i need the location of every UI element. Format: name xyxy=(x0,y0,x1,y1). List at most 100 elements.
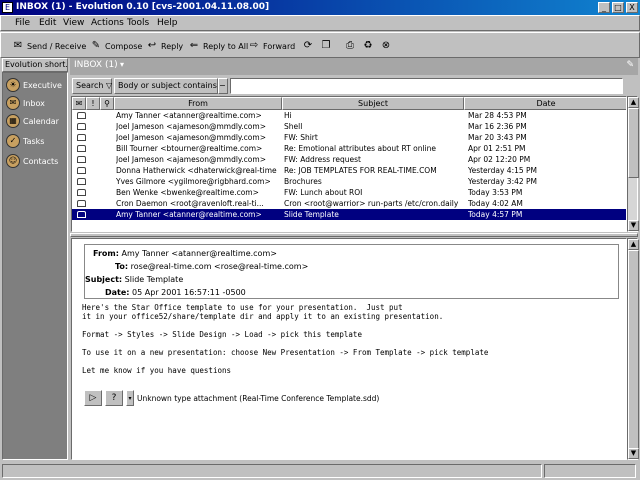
message-list-header: ✉ ! ⚲ From Subject Date xyxy=(72,97,626,110)
message-from: Donna Hatherwick <dhaterwick@real-time xyxy=(116,166,277,175)
envelope-icon[interactable] xyxy=(77,134,86,141)
search-field-option[interactable]: Body or subject contains xyxy=(114,78,218,94)
close-button[interactable]: X xyxy=(626,2,638,13)
menu-actions[interactable]: Actions xyxy=(91,18,124,28)
app-icon[interactable]: E xyxy=(2,2,13,13)
scroll-down-arrow[interactable]: ▼ xyxy=(628,448,639,459)
from-column-header[interactable]: From xyxy=(114,97,282,110)
sidebar-item-tasks[interactable]: ✓ Tasks xyxy=(6,133,68,149)
pane-divider[interactable] xyxy=(70,233,638,237)
sidebar-item-executive[interactable]: ☀ Executive xyxy=(6,77,68,93)
minimize-button[interactable]: _ xyxy=(598,2,610,13)
envelope-icon[interactable] xyxy=(77,167,86,174)
preview-scrollbar[interactable]: ▲ ▼ xyxy=(627,238,639,460)
envelope-icon[interactable] xyxy=(77,112,86,119)
menu-edit[interactable]: Edit xyxy=(39,18,56,28)
message-subject: FW: Lunch about ROI xyxy=(284,188,363,197)
scroll-thumb[interactable] xyxy=(628,108,639,178)
copy-button[interactable]: ❐ xyxy=(319,35,333,57)
message-subject: FW: Address request xyxy=(284,155,361,164)
sidebar-item-inbox[interactable]: ✉ Inbox xyxy=(6,95,68,111)
message-subject: Brochures xyxy=(284,177,322,186)
pin-icon[interactable]: ✎ xyxy=(626,60,634,70)
scroll-down-arrow[interactable]: ▼ xyxy=(628,220,639,231)
table-row[interactable]: Joel Jameson <ajameson@mmdly.com> FW: Add… xyxy=(72,154,626,165)
body-line: Here's the Star Office template to use f… xyxy=(82,303,403,312)
table-row[interactable]: Bill Tourner <btourner@realtime.com> Re: … xyxy=(72,143,626,154)
envelope-icon[interactable] xyxy=(77,189,86,196)
subject-column-header[interactable]: Subject xyxy=(282,97,464,110)
stop-icon: ⊗ xyxy=(381,40,391,51)
from-value[interactable]: Amy Tanner <atanner@realtime.com> xyxy=(121,249,276,258)
shortcut-bar-header[interactable]: Evolution short... xyxy=(2,58,68,72)
scroll-thumb[interactable] xyxy=(628,250,639,450)
envelope-icon[interactable] xyxy=(77,200,86,207)
table-row[interactable]: Amy Tanner <atanner@realtime.com> Hi Mar 2… xyxy=(72,110,626,121)
search-bar: Search ▽ Body or subject contains − xyxy=(70,77,638,95)
shortcut-bar: ☀ Executive ✉ Inbox ▦ Calendar ✓ Tasks ☺… xyxy=(2,72,68,460)
folder-dropdown-icon[interactable]: ▾ xyxy=(120,60,124,69)
envelope-icon[interactable] xyxy=(77,178,86,185)
message-subject: Shell xyxy=(284,122,303,131)
envelope-icon[interactable] xyxy=(77,145,86,152)
table-row[interactable]: Amy Tanner <atanner@realtime.com> Slide T… xyxy=(72,209,626,220)
menu-file[interactable]: File xyxy=(15,18,30,28)
send-receive-button[interactable]: ✉ Send / Receive xyxy=(11,35,86,57)
message-date: Apr 02 12:20 PM xyxy=(468,155,531,164)
reply-button[interactable]: ↩ Reply xyxy=(145,35,183,57)
priority-column-header[interactable]: ! xyxy=(86,97,100,110)
move-button[interactable]: ⟳ xyxy=(301,35,315,57)
scroll-up-arrow[interactable]: ▲ xyxy=(628,97,639,108)
print-button[interactable]: ⎙ xyxy=(343,35,357,57)
message-date: Today 4:02 AM xyxy=(468,199,523,208)
forward-button[interactable]: ⇨ Forward xyxy=(247,35,295,57)
send-receive-icon: ✉ xyxy=(13,40,23,51)
message-subject: Cron <root@warrior> run-parts /etc/cron.… xyxy=(284,199,459,208)
from-label: From: xyxy=(93,249,119,258)
date-column-header[interactable]: Date xyxy=(464,97,626,110)
folder-bar[interactable]: INBOX (1) ▾ ✎ xyxy=(70,58,638,75)
table-row[interactable]: Cron Daemon <root@ravenloft.real-ti... Cr… xyxy=(72,198,626,209)
envelope-icon[interactable] xyxy=(77,123,86,130)
attachment-type-button[interactable]: ? xyxy=(105,390,123,406)
menu-view[interactable]: View xyxy=(63,18,84,28)
table-row[interactable]: Ben Wenke <bwenke@realtime.com> FW: Lunch… xyxy=(72,187,626,198)
compose-button[interactable]: ✎ Compose xyxy=(89,35,143,57)
menu-bar: File Edit View Actions Tools Help xyxy=(0,15,640,31)
stop-button[interactable]: ⊗ xyxy=(379,35,393,57)
message-subject: FW: Shirt xyxy=(284,133,318,142)
message-date: Yesterday 4:15 PM xyxy=(468,166,538,175)
status-column-header[interactable]: ✉ xyxy=(72,97,86,110)
copy-icon: ❐ xyxy=(321,40,331,51)
tasks-icon: ✓ xyxy=(6,134,20,148)
attachment-menu-button[interactable]: ▾ xyxy=(126,390,134,406)
search-menu-button[interactable]: Search ▽ xyxy=(72,78,112,94)
search-input[interactable] xyxy=(230,78,623,94)
scroll-up-arrow[interactable]: ▲ xyxy=(628,239,639,250)
envelope-icon[interactable] xyxy=(77,211,86,218)
inbox-icon: ✉ xyxy=(6,96,20,110)
attachment-column-header[interactable]: ⚲ xyxy=(100,97,114,110)
sidebar-item-label: Calendar xyxy=(23,116,59,126)
menu-help[interactable]: Help xyxy=(157,18,178,28)
envelope-icon[interactable] xyxy=(77,156,86,163)
maximize-button[interactable]: □ xyxy=(612,2,624,13)
reply-all-button[interactable]: ⇐ Reply to All xyxy=(187,35,248,57)
message-date: Apr 01 2:51 PM xyxy=(468,144,526,153)
attachment-view-button[interactable]: ▷ xyxy=(84,390,102,406)
table-row[interactable]: Donna Hatherwick <dhaterwick@real-time Re… xyxy=(72,165,626,176)
delete-button[interactable]: ♻ xyxy=(361,35,375,57)
sidebar-item-label: Executive xyxy=(23,80,62,90)
message-date: Today 3:53 PM xyxy=(468,188,523,197)
message-list-scrollbar[interactable]: ▲ ▼ xyxy=(627,96,639,232)
table-row[interactable]: Joel Jameson <ajameson@mmdly.com> Shell Ma… xyxy=(72,121,626,132)
sidebar-item-calendar[interactable]: ▦ Calendar xyxy=(6,113,68,129)
search-option-dropdown[interactable]: − xyxy=(218,78,228,94)
message-date: Yesterday 3:42 PM xyxy=(468,177,538,186)
to-value[interactable]: rose@real-time.com <rose@real-time.com> xyxy=(131,262,309,271)
title-bar[interactable]: E INBOX (1) - Evolution 0.10 [cvs-2001.0… xyxy=(0,0,640,15)
menu-tools[interactable]: Tools xyxy=(127,18,149,28)
sidebar-item-contacts[interactable]: ☺ Contacts xyxy=(6,153,68,169)
table-row[interactable]: Joel Jameson <ajameson@mmdly.com> FW: Shi… xyxy=(72,132,626,143)
table-row[interactable]: Yves Gilmore <ygilmore@rigbhard.com> Broc… xyxy=(72,176,626,187)
